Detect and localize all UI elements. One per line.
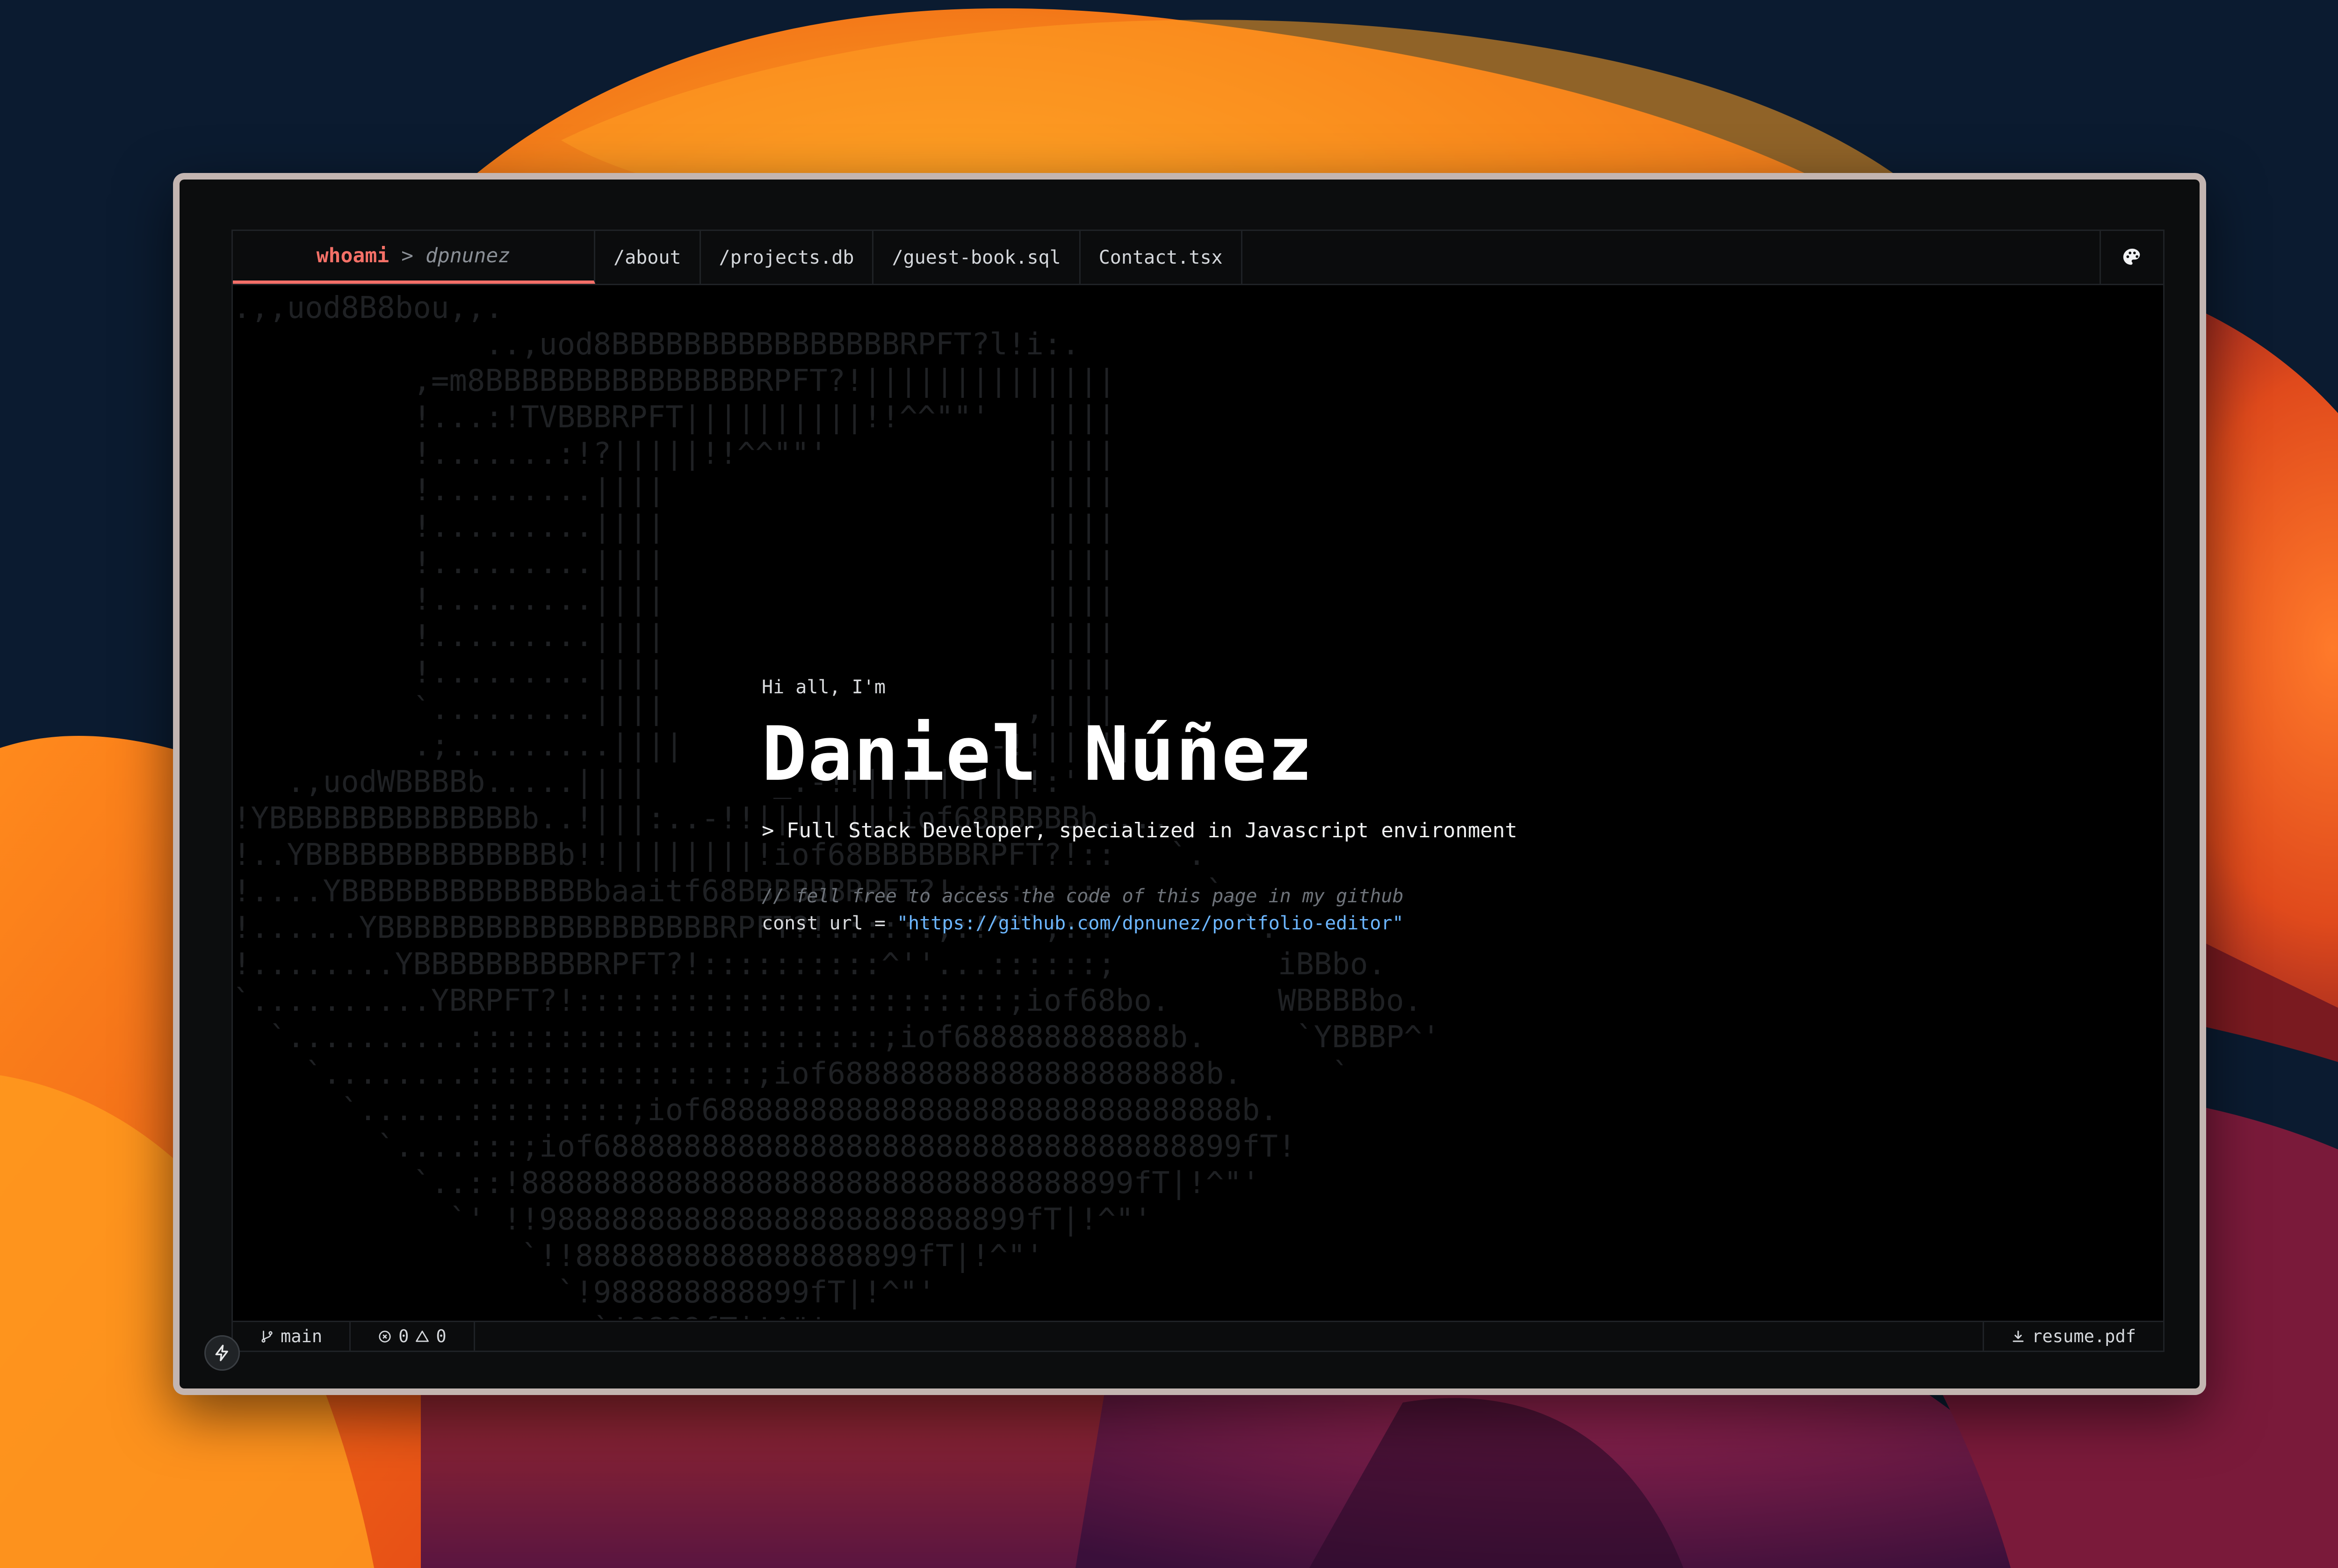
- tab-label: /about: [613, 246, 681, 268]
- app-window: whoami > dpnunez /about /projects.db /gu…: [173, 173, 2206, 1395]
- brand-tab[interactable]: whoami > dpnunez: [233, 231, 595, 284]
- code-prefix: const url =: [762, 913, 897, 934]
- status-bar: main 0 0 resume.pdf: [233, 1321, 2163, 1351]
- tab-label: Contact.tsx: [1098, 246, 1223, 268]
- tab-about[interactable]: /about: [595, 231, 701, 284]
- brand-username: dpnunez: [426, 244, 511, 267]
- code-line: const url = "https://github.com/dpnunez/…: [762, 913, 1977, 934]
- git-branch-icon: [261, 1330, 273, 1343]
- tab-guest-book[interactable]: /guest-book.sql: [873, 231, 1081, 284]
- branch-indicator[interactable]: main: [233, 1322, 351, 1351]
- error-count: 0: [398, 1326, 409, 1346]
- branch-name: main: [281, 1326, 323, 1346]
- greeting-text: Hi all, I'm: [762, 676, 886, 698]
- brand-separator: >: [401, 244, 413, 267]
- editor-frame: whoami > dpnunez /about /projects.db /gu…: [231, 230, 2165, 1352]
- hero-section: Hi all, I'm Daniel Núñez > Full Stack De…: [762, 676, 1977, 934]
- brand-name: whoami: [316, 244, 390, 267]
- lightning-bolt-icon: [215, 1345, 228, 1361]
- warning-triangle-icon: [416, 1330, 429, 1342]
- resume-download-button[interactable]: resume.pdf: [1983, 1322, 2163, 1351]
- theme-button[interactable]: [2100, 231, 2163, 284]
- warning-count: 0: [436, 1326, 447, 1346]
- tagline-text: > Full Stack Developer, specialized in J…: [762, 819, 1517, 842]
- tab-projects[interactable]: /projects.db: [701, 231, 874, 284]
- page-title: Daniel Núñez: [762, 710, 1313, 798]
- problems-indicator[interactable]: 0 0: [351, 1322, 475, 1351]
- tab-contact[interactable]: Contact.tsx: [1081, 231, 1242, 284]
- github-link[interactable]: "https://github.com/dpnunez/portfolio-ed…: [897, 913, 1404, 934]
- palette-icon: [2123, 248, 2140, 265]
- main-content: .,,uod8B8bou,,. ..,uod8BBBBBBBBBBBBBBBBR…: [233, 285, 2163, 1319]
- tab-label: /guest-book.sql: [892, 246, 1061, 268]
- quick-action-button[interactable]: [204, 1335, 240, 1371]
- resume-label: resume.pdf: [2032, 1326, 2136, 1346]
- error-circle-icon: [379, 1330, 391, 1343]
- download-icon: [2013, 1330, 2024, 1342]
- code-comment: // fell free to access the code of this …: [762, 885, 1404, 907]
- tab-bar: whoami > dpnunez /about /projects.db /gu…: [233, 231, 2163, 285]
- tab-label: /projects.db: [719, 246, 854, 268]
